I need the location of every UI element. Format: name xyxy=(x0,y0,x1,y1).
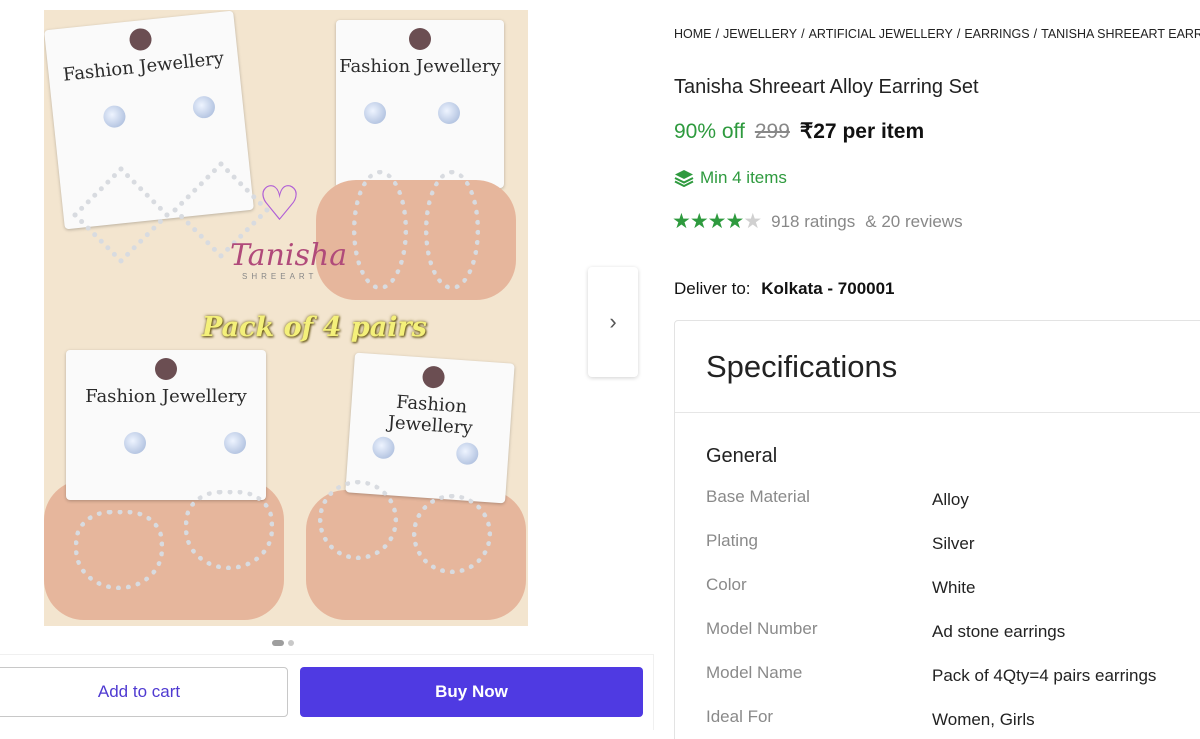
star-filled-icon: ★ xyxy=(689,210,709,233)
spec-value: Silver xyxy=(932,534,975,553)
ratings-count[interactable]: 918 ratings xyxy=(771,212,855,232)
spec-key: Model Number xyxy=(706,619,818,638)
leaf-earring xyxy=(424,170,480,290)
breadcrumb: HOME / JEWELLERY / ARTIFICIAL JEWELLERY / EARR… xyxy=(674,27,1200,41)
spec-section-title: General xyxy=(706,445,778,467)
rating-row: ★★★★★ 918 ratings & 20 reviews xyxy=(672,209,963,234)
spec-row: Model Name Pack of 4Qty=4 pairs earrings xyxy=(706,663,1156,707)
breadcrumb-earrings[interactable]: EARRINGS xyxy=(964,27,1029,41)
chevron-right-icon: › xyxy=(609,309,617,334)
stud-stone xyxy=(364,102,386,124)
card-hole xyxy=(421,365,446,389)
slide-dot-active[interactable] xyxy=(272,640,284,646)
breadcrumb-separator: / xyxy=(715,27,719,41)
min-items-label: Min 4 items xyxy=(700,168,787,187)
card-hole xyxy=(155,358,177,380)
breadcrumb-jewellery[interactable]: JEWELLERY xyxy=(723,27,797,41)
card-brand: Fashion Jewellery xyxy=(387,391,474,439)
spec-key: Base Material xyxy=(706,487,810,506)
action-bar: Add to cart Buy Now xyxy=(0,654,654,730)
divider xyxy=(675,412,1200,413)
earring-card: Fashion Jewellery xyxy=(345,352,515,504)
spec-row: Model Number Ad stone earrings xyxy=(706,619,1156,663)
product-title: Tanisha Shreeart Alloy Earring Set xyxy=(674,76,979,98)
card-hole xyxy=(128,27,153,52)
stud-stone xyxy=(438,102,460,124)
spec-value: White xyxy=(932,578,976,597)
spec-value: Pack of 4Qty=4 pairs earrings xyxy=(932,666,1157,685)
star-rating: ★★★★★ xyxy=(672,209,762,234)
stud-stone xyxy=(124,432,146,454)
hoop-earring xyxy=(412,494,492,574)
deliver-label: Deliver to: xyxy=(674,279,751,298)
product-image[interactable]: Fashion Jewellery Fashion Jewellery ♡ Ta… xyxy=(44,10,528,626)
spec-row: Color White xyxy=(706,575,1156,619)
stud-stone xyxy=(102,104,127,129)
star-filled-icon: ★ xyxy=(707,210,727,233)
star-empty-icon: ★ xyxy=(743,210,762,233)
spec-value: Ad stone earrings xyxy=(932,622,1066,641)
spec-table: Base Material Alloy Plating Silver Color… xyxy=(706,487,1156,739)
breadcrumb-artificial-jewellery[interactable]: ARTIFICIAL JEWELLERY xyxy=(809,27,953,41)
price-row: 90% off 299 ₹27 per item xyxy=(674,119,924,144)
specifications-panel: Specifications General Base Material All… xyxy=(674,320,1200,739)
stud-stone xyxy=(224,432,246,454)
stud-stone xyxy=(191,95,217,120)
earring-card: Fashion Jewellery xyxy=(336,20,504,188)
stud-stone xyxy=(455,441,480,466)
specifications-title: Specifications xyxy=(706,349,898,384)
next-image-button[interactable]: › xyxy=(588,267,638,377)
spec-key: Ideal For xyxy=(706,707,774,726)
spec-row: Base Material Alloy xyxy=(706,487,1156,531)
card-brand: Fashion Jewellery xyxy=(85,386,247,407)
spec-value: Women, Girls xyxy=(932,710,1035,729)
spec-row: Ideal For Women, Girls xyxy=(706,707,1156,739)
buy-now-button[interactable]: Buy Now xyxy=(300,667,643,717)
heart-logo-icon: ♡ xyxy=(258,178,302,231)
selling-price: ₹27 per item xyxy=(799,120,925,143)
leaf-earring xyxy=(352,170,408,290)
star-filled-icon: ★ xyxy=(672,210,691,233)
card-hole xyxy=(409,28,431,50)
add-to-cart-button[interactable]: Add to cart xyxy=(0,667,288,717)
logo-text: Tanisha xyxy=(230,238,348,273)
card-brand: Fashion Jewellery xyxy=(61,47,225,86)
product-page: Fashion Jewellery Fashion Jewellery ♡ Ta… xyxy=(0,0,1200,739)
slide-indicator xyxy=(272,640,294,646)
hoop-earring xyxy=(318,480,398,560)
card-brand: Fashion Jewellery xyxy=(339,56,501,77)
logo-subtext: SHREEART xyxy=(242,272,318,281)
original-price: 299 xyxy=(754,120,790,143)
spec-key: Color xyxy=(706,575,747,594)
breadcrumb-current: TANISHA SHREEART EARR xyxy=(1041,27,1200,41)
heart-earring xyxy=(74,510,164,590)
min-items-badge: Min 4 items xyxy=(674,168,787,188)
discount-percent: 90% off xyxy=(674,120,745,143)
slide-dot[interactable] xyxy=(288,640,294,646)
spec-row: Plating Silver xyxy=(706,531,1156,575)
stud-stone xyxy=(371,436,396,460)
pack-overlay-text: Pack of 4 pairs xyxy=(202,312,427,343)
spec-value: Alloy xyxy=(932,490,969,509)
spec-key: Plating xyxy=(706,531,758,550)
earring-card: Fashion Jewellery xyxy=(66,350,266,500)
star-filled-icon: ★ xyxy=(725,210,744,233)
reviews-count[interactable]: & 20 reviews xyxy=(865,212,962,232)
delivery-location[interactable]: Deliver to: Kolkata - 700001 xyxy=(674,279,895,299)
breadcrumb-separator: / xyxy=(956,27,961,41)
breadcrumb-separator: / xyxy=(801,27,805,41)
breadcrumb-separator: / xyxy=(1033,27,1038,41)
layers-icon xyxy=(674,170,694,187)
breadcrumb-home[interactable]: HOME xyxy=(674,27,712,41)
deliver-location: Kolkata - 700001 xyxy=(761,279,895,298)
heart-earring xyxy=(184,490,274,570)
spec-key: Model Name xyxy=(706,663,803,682)
